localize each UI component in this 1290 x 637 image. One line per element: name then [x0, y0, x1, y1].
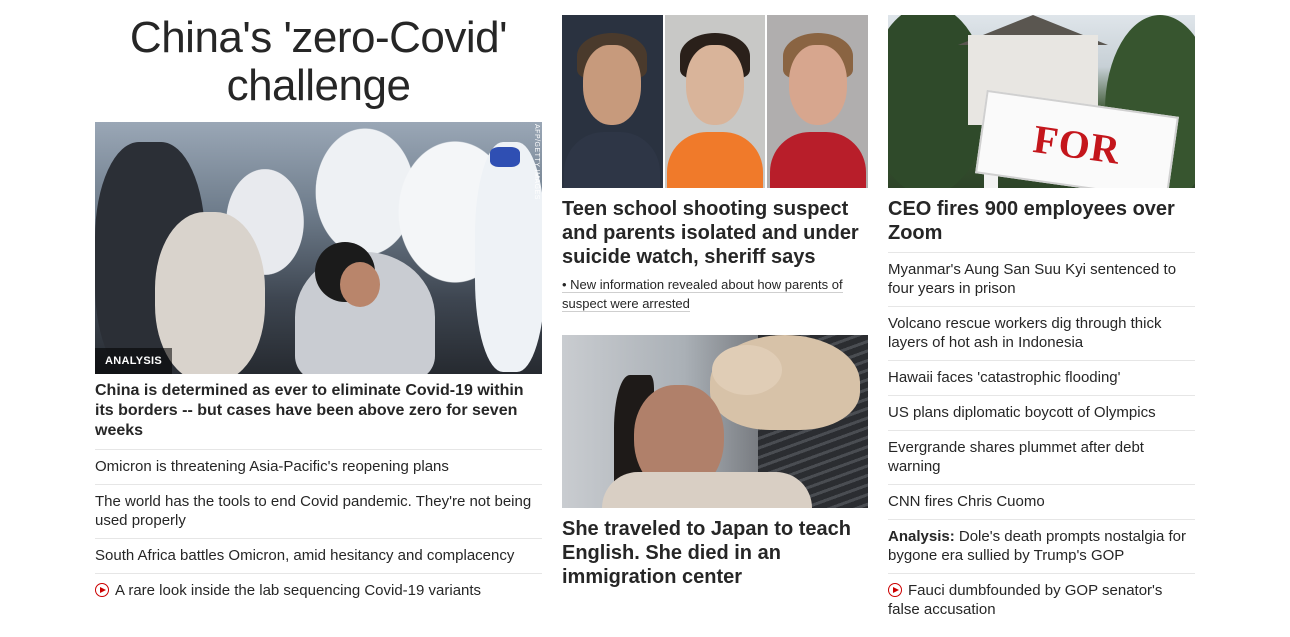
mugshot-father	[562, 15, 663, 188]
list-item-link[interactable]: Volcano rescue workers dig through thick…	[888, 315, 1161, 351]
mugshot-mother	[767, 15, 869, 188]
play-circle-icon	[888, 583, 902, 597]
list-item-video[interactable]: Fauci dumbfounded by GOP senator's false…	[888, 573, 1195, 627]
analysis-label: Analysis:	[888, 528, 955, 545]
middle-stories-section: Teen school shooting suspect and parents…	[562, 15, 869, 589]
list-item-link[interactable]: US plans diplomatic boycott of Olympics	[888, 404, 1156, 421]
list-item-video[interactable]: A rare look inside the lab sequencing Co…	[95, 573, 542, 608]
list-item-link[interactable]: Hawaii faces 'catastrophic flooding'	[888, 369, 1121, 386]
right-links-list: Myanmar's Aung San Suu Kyi sentenced to …	[888, 252, 1195, 627]
list-item-link[interactable]: Evergrande shares plummet after debt war…	[888, 439, 1144, 475]
lead-headline[interactable]: China is determined as ever to eliminate…	[95, 381, 542, 449]
person-face-shape	[340, 262, 380, 307]
japan-headline[interactable]: She traveled to Japan to teach English. …	[562, 517, 868, 589]
analysis-tag: ANALYSIS	[95, 348, 173, 374]
list-item-link[interactable]: Myanmar's Aung San Suu Kyi sentenced to …	[888, 261, 1176, 297]
list-item[interactable]: The world has the tools to end Covid pan…	[95, 484, 542, 538]
list-item-link[interactable]: CNN fires Chris Cuomo	[888, 493, 1045, 510]
for-sale-house-image[interactable]: FOR SALE	[888, 15, 1195, 188]
mugshots-image[interactable]	[562, 15, 869, 188]
list-item[interactable]: Hawaii faces 'catastrophic flooding'	[888, 360, 1195, 395]
list-item-link[interactable]: South Africa battles Omicron, amid hesit…	[95, 547, 514, 564]
list-item[interactable]: Myanmar's Aung San Suu Kyi sentenced to …	[888, 252, 1195, 306]
face-shape	[686, 45, 744, 125]
hat-flower-shape	[712, 345, 782, 395]
section-banner-title[interactable]: China's 'zero-Covid' challenge	[95, 14, 542, 110]
shirt-shape	[564, 132, 661, 188]
hazmat-worker-shape	[475, 142, 542, 372]
list-item[interactable]: CNN fires Chris Cuomo	[888, 484, 1195, 519]
list-item-link[interactable]: Omicron is threatening Asia-Pacific's re…	[95, 458, 449, 475]
play-circle-icon	[95, 583, 109, 597]
related-links-list: Omicron is threatening Asia-Pacific's re…	[95, 449, 542, 608]
hero-image-covid-testing[interactable]: AFP/GETTY IMAGES ANALYSIS	[95, 122, 542, 374]
ceo-headline[interactable]: CEO fires 900 employees over Zoom	[888, 197, 1195, 252]
list-item[interactable]: South Africa battles Omicron, amid hesit…	[95, 538, 542, 573]
face-shape	[583, 45, 642, 125]
list-item[interactable]: Evergrande shares plummet after debt war…	[888, 430, 1195, 484]
list-item[interactable]: Volcano rescue workers dig through thick…	[888, 306, 1195, 360]
shirt-shape	[769, 132, 866, 188]
sub-link[interactable]: • New information revealed about how par…	[562, 275, 868, 313]
video-link[interactable]: Fauci dumbfounded by GOP senator's false…	[888, 582, 1162, 618]
image-credit: AFP/GETTY IMAGES	[533, 124, 540, 200]
list-item[interactable]: Omicron is threatening Asia-Pacific's re…	[95, 449, 542, 484]
woman-portrait-image[interactable]	[562, 335, 868, 508]
shooting-headline[interactable]: Teen school shooting suspect and parents…	[562, 197, 868, 269]
coat-shape	[602, 472, 812, 508]
sub-link-text[interactable]: • New information revealed about how par…	[562, 277, 843, 312]
list-item-link[interactable]: The world has the tools to end Covid pan…	[95, 493, 531, 529]
visor-band-shape	[490, 147, 520, 167]
china-covid-section: China's 'zero-Covid' challenge AFP/GETTY…	[95, 0, 542, 608]
mugshot-teen	[664, 15, 766, 188]
face-shape	[788, 45, 847, 125]
right-stories-section: FOR SALE CEO fires 900 employees over Zo…	[888, 15, 1195, 627]
list-item[interactable]: US plans diplomatic boycott of Olympics	[888, 395, 1195, 430]
shirt-shape	[667, 132, 763, 188]
list-item-analysis[interactable]: Analysis: Dole's death prompts nostalgia…	[888, 519, 1195, 573]
video-link[interactable]: A rare look inside the lab sequencing Co…	[115, 582, 481, 599]
